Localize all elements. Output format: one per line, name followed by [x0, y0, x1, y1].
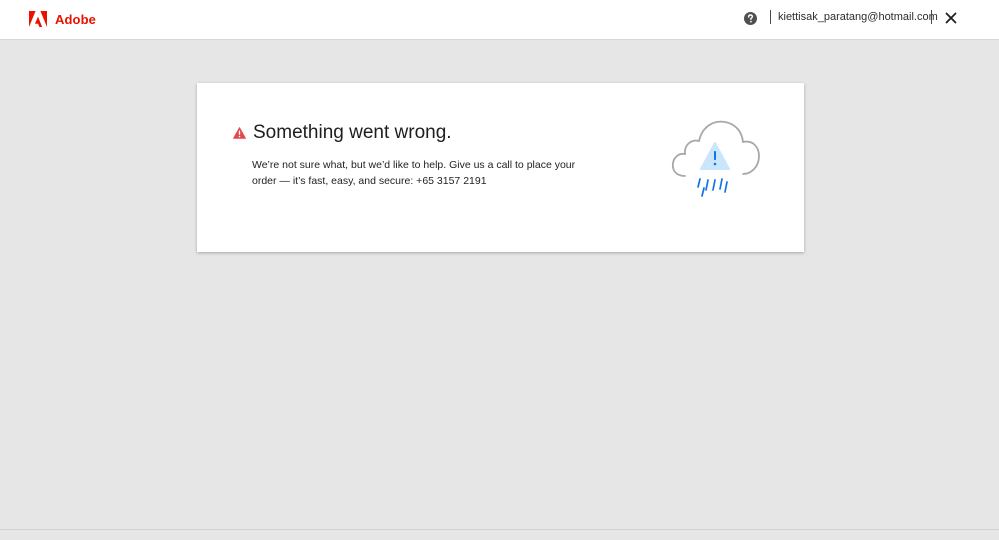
top-bar: Adobe kiettisak_paratang@hotmail.com [0, 0, 999, 40]
page-bottom-divider [0, 529, 999, 530]
cloud-rain-warning-icon [671, 118, 761, 204]
error-title: Something went wrong. [253, 122, 452, 143]
warning-triangle-icon [233, 127, 246, 139]
error-heading: Something went wrong. [233, 122, 452, 144]
help-icon[interactable] [744, 12, 757, 25]
adobe-brand-link[interactable]: Adobe [29, 11, 96, 27]
adobe-logo-icon [29, 11, 47, 27]
error-card: Something went wrong. We’re not sure wha… [197, 83, 804, 252]
close-button[interactable] [944, 11, 958, 25]
user-email[interactable]: kiettisak_paratang@hotmail.com [778, 11, 938, 23]
error-message: We’re not sure what, but we’d like to he… [252, 159, 576, 187]
close-icon [944, 11, 958, 25]
header-divider [770, 10, 771, 24]
header-divider [931, 10, 932, 24]
brand-name: Adobe [55, 11, 96, 27]
